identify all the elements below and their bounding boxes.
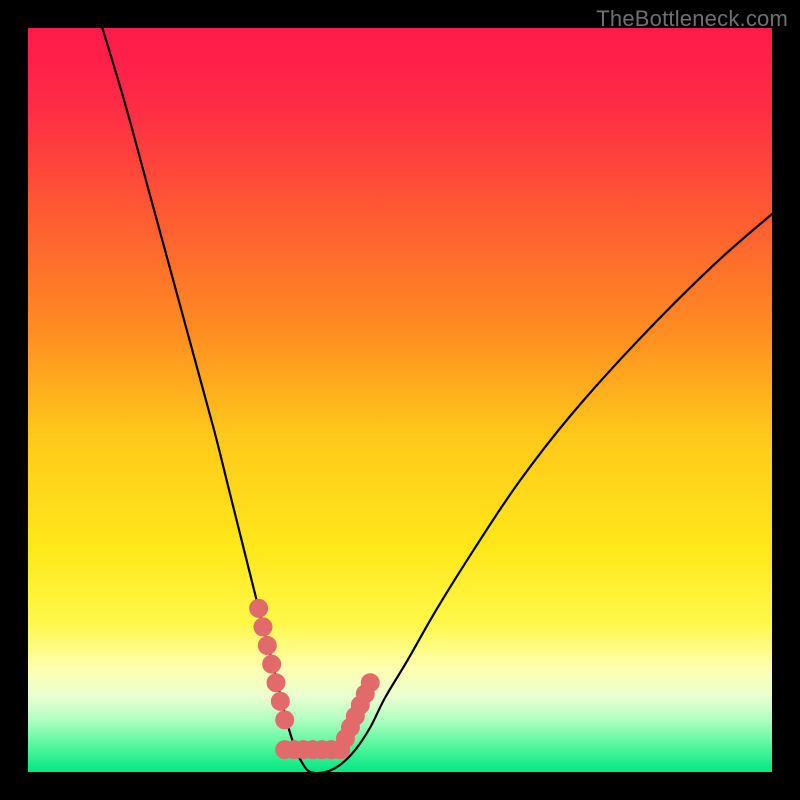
gradient-background: [28, 28, 772, 772]
bottleneck-chart: [28, 28, 772, 772]
highlight-dot: [262, 655, 281, 674]
highlight-dot: [275, 710, 294, 729]
watermark-text: TheBottleneck.com: [596, 6, 788, 32]
highlight-dot: [271, 692, 290, 711]
highlight-dot: [267, 673, 286, 692]
highlight-dot: [361, 673, 380, 692]
highlight-dot: [258, 636, 277, 655]
highlight-dot: [249, 599, 268, 618]
chart-frame: [28, 28, 772, 772]
highlight-dot: [253, 617, 272, 636]
